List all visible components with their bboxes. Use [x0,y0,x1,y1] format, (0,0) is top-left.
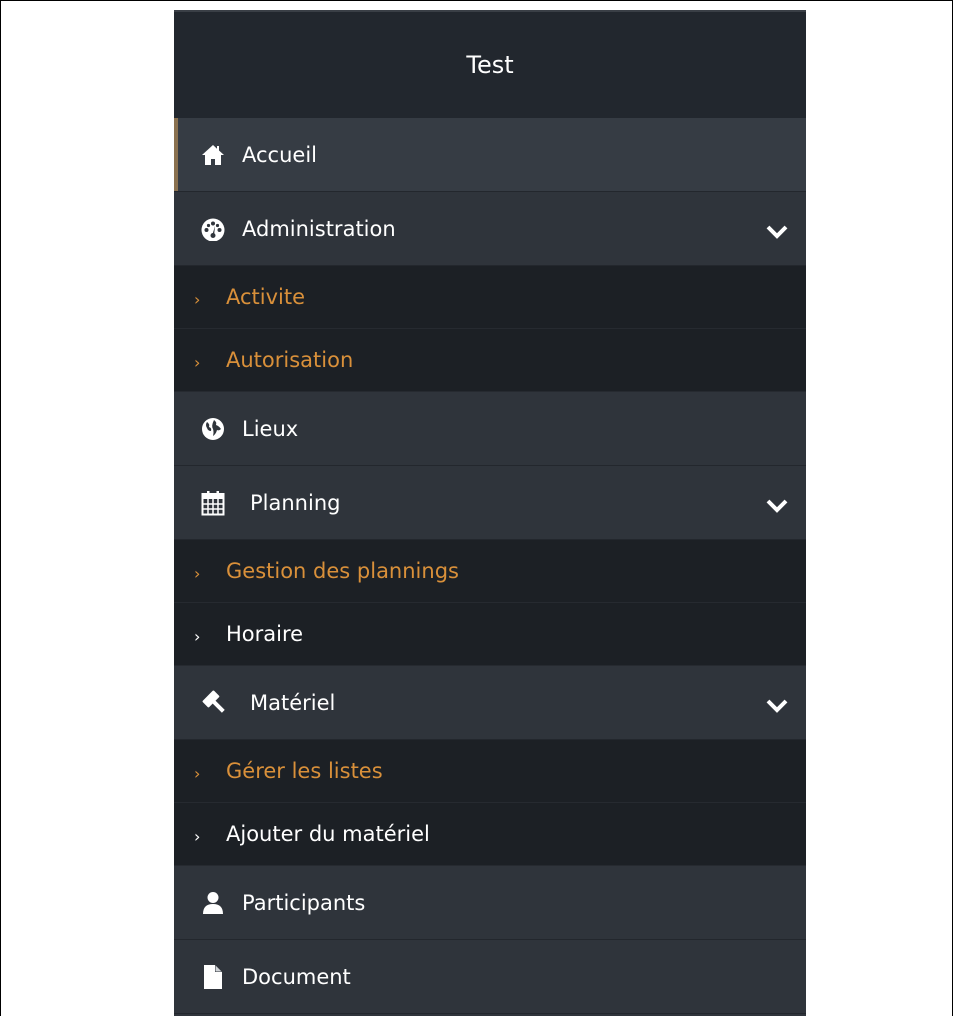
menu-item-label: Planning [250,490,341,515]
menu-item-label: Document [242,964,351,989]
chevron-right-icon: › [194,289,201,309]
menu-item-label: Accueil [242,142,317,167]
chevron-down-icon[interactable] [766,695,788,713]
file-icon [200,964,226,990]
submenu-item-activite[interactable]: › Activite [174,266,806,329]
menu-item-administration[interactable]: Administration [174,192,806,266]
submenu-item-label: Ajouter du matériel [226,822,430,846]
submenu-item-gestion-plannings[interactable]: › Gestion des plannings [174,540,806,603]
submenu-item-label: Autorisation [226,348,354,372]
submenu-item-label: Gestion des plannings [226,559,459,583]
chevron-right-icon: › [194,563,201,583]
menu-item-participants[interactable]: Participants [174,866,806,940]
user-icon [200,890,226,916]
submenu-materiel: › Gérer les listes › Ajouter du matériel [174,740,806,866]
menu-item-label: Administration [242,216,396,241]
chevron-right-icon: › [194,352,201,372]
menu-item-label: Lieux [242,416,299,441]
chevron-down-icon[interactable] [766,495,788,513]
submenu-item-horaire[interactable]: › Horaire [174,603,806,666]
calendar-icon [200,490,226,516]
submenu-item-autorisation[interactable]: › Autorisation [174,329,806,392]
dashboard-icon [200,216,226,242]
submenu-item-ajouter-materiel[interactable]: › Ajouter du matériel [174,803,806,866]
submenu-item-label: Activite [226,285,306,309]
chevron-right-icon: › [194,626,201,646]
chevron-right-icon: › [194,826,201,846]
submenu-planning: › Gestion des plannings › Horaire [174,540,806,666]
menu-item-lieux[interactable]: Lieux [174,392,806,466]
chevron-right-icon: › [194,763,201,783]
sidebar: Test Accueil Administration › Activite ›… [174,10,806,1016]
brand-title: Test [174,10,806,118]
submenu-item-label: Horaire [226,622,304,646]
submenu-item-gerer-listes[interactable]: › Gérer les listes [174,740,806,803]
menu-item-planning[interactable]: Planning [174,466,806,540]
globe-icon [200,416,226,442]
home-icon [200,142,226,168]
chevron-down-icon[interactable] [766,221,788,239]
submenu-item-label: Gérer les listes [226,759,383,783]
gavel-icon [200,690,226,716]
menu-item-label: Participants [242,890,366,915]
menu-item-materiel[interactable]: Matériel [174,666,806,740]
menu-item-label: Matériel [250,690,336,715]
menu-item-accueil[interactable]: Accueil [174,118,806,192]
submenu-administration: › Activite › Autorisation [174,266,806,392]
menu-item-document[interactable]: Document [174,940,806,1014]
